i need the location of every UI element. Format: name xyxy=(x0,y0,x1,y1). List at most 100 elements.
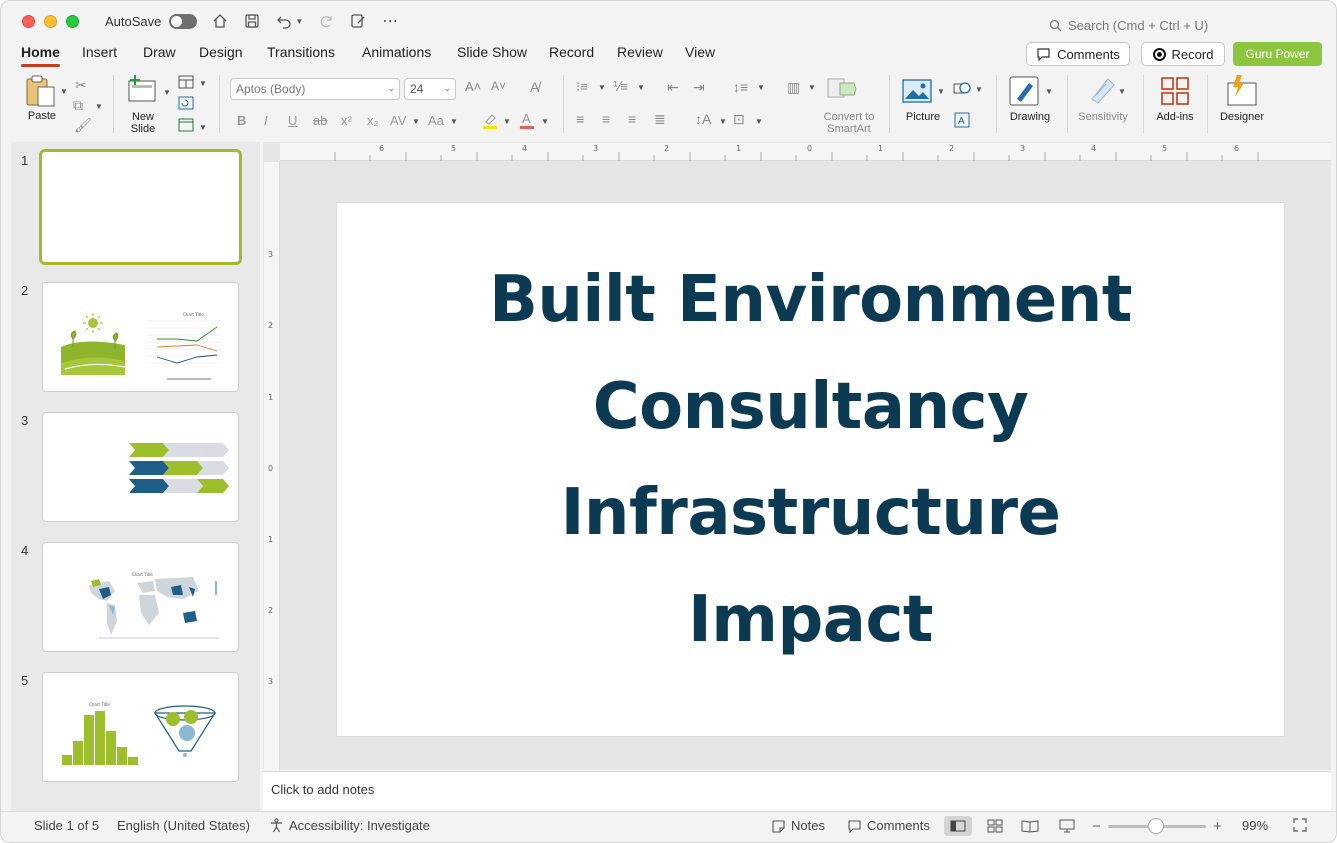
tab-slide-show[interactable]: Slide Show xyxy=(457,44,527,60)
customize-toolbar-icon[interactable] xyxy=(349,12,367,30)
more-icon[interactable]: ⋯ xyxy=(381,12,399,30)
guru-power-button[interactable]: Guru Power xyxy=(1233,42,1322,66)
drawing-dropdown-icon[interactable]: ▼ xyxy=(1045,87,1053,96)
convert-smartart-icon[interactable] xyxy=(826,77,858,104)
slide-thumbnail-3[interactable] xyxy=(42,412,239,522)
highlight-icon[interactable] xyxy=(482,112,498,133)
convert-smartart-label[interactable]: Convert to SmartArt xyxy=(816,111,882,135)
close-window-button[interactable] xyxy=(22,14,35,28)
font-color-icon[interactable]: A xyxy=(519,111,535,133)
line-spacing-dropdown-icon[interactable]: ▼ xyxy=(757,83,765,92)
paste-dropdown-icon[interactable]: ▼ xyxy=(60,87,68,96)
strikethrough-icon[interactable]: ab xyxy=(313,113,327,128)
decrease-font-size-icon[interactable]: A˅ xyxy=(491,79,506,93)
slide-title-line[interactable]: Impact xyxy=(337,583,1284,657)
text-direction-dropdown-icon[interactable]: ▼ xyxy=(719,117,727,126)
textbox-icon[interactable]: A xyxy=(953,111,971,132)
record-button[interactable]: Record xyxy=(1141,42,1225,66)
font-name-select[interactable]: Aptos (Body) ⌄ xyxy=(230,78,400,100)
minimize-window-button[interactable] xyxy=(44,14,57,28)
bullets-icon[interactable]: ⁝≡ xyxy=(576,79,588,95)
decrease-indent-icon[interactable]: ⇤ xyxy=(667,79,679,96)
slide-sorter-button[interactable] xyxy=(981,816,1009,836)
cut-icon[interactable]: ✂ xyxy=(75,77,87,94)
picture-dropdown-icon[interactable]: ▼ xyxy=(937,87,945,96)
spacing-dropdown-icon[interactable]: ▼ xyxy=(412,117,420,126)
language-indicator[interactable]: English (United States) xyxy=(117,818,250,833)
tab-home[interactable]: Home xyxy=(21,44,60,67)
text-direction-icon[interactable]: ↕A xyxy=(695,111,711,127)
undo-dropdown-icon[interactable]: ▼ xyxy=(295,17,303,26)
change-case-icon[interactable]: Aa xyxy=(428,113,444,128)
reading-view-button[interactable] xyxy=(1016,816,1044,836)
notes-pane[interactable]: Click to add notes xyxy=(263,771,1331,811)
save-icon[interactable] xyxy=(243,12,261,30)
font-size-select[interactable]: 24 ⌄ xyxy=(404,78,456,100)
undo-icon[interactable] xyxy=(275,12,293,30)
numbering-dropdown-icon[interactable]: ▼ xyxy=(637,83,645,92)
align-center-icon[interactable]: ≡ xyxy=(602,111,610,127)
section-dropdown-icon[interactable]: ▼ xyxy=(199,123,207,132)
slide-thumbnail-5[interactable]: Chart Title xyxy=(42,672,239,782)
superscript-icon[interactable]: x² xyxy=(341,113,352,128)
slide-show-button[interactable] xyxy=(1053,816,1081,836)
fit-to-window-icon[interactable] xyxy=(1293,818,1307,832)
redo-icon[interactable] xyxy=(317,12,335,30)
search-box[interactable]: Search (Cmd + Ctrl + U) xyxy=(1049,18,1208,33)
slide-thumbnail-1[interactable] xyxy=(39,149,242,265)
home-icon[interactable] xyxy=(211,12,229,30)
align-left-icon[interactable]: ≡ xyxy=(576,111,584,127)
columns-dropdown-icon[interactable]: ▼ xyxy=(808,83,816,92)
align-text-dropdown-icon[interactable]: ▼ xyxy=(755,117,763,126)
zoom-in-icon[interactable]: + xyxy=(1213,818,1222,835)
sensitivity-dropdown-icon[interactable]: ▼ xyxy=(1118,87,1126,96)
layout-dropdown-icon[interactable]: ▼ xyxy=(199,79,207,88)
justify-icon[interactable]: ≣ xyxy=(654,111,666,128)
slide-title-line[interactable]: Built Environment xyxy=(337,263,1284,337)
zoom-out-icon[interactable]: − xyxy=(1092,818,1101,835)
new-slide-dropdown-icon[interactable]: ▼ xyxy=(163,88,171,97)
highlight-dropdown-icon[interactable]: ▼ xyxy=(503,117,511,126)
clear-formatting-icon[interactable]: A̸ xyxy=(530,79,539,95)
line-spacing-icon[interactable]: ↕≡ xyxy=(733,79,748,95)
bold-icon[interactable]: B xyxy=(237,113,246,128)
font-color-dropdown-icon[interactable]: ▼ xyxy=(541,117,549,126)
slide-thumbnail-4[interactable]: Chart Title xyxy=(42,542,239,652)
increase-font-size-icon[interactable]: A˄ xyxy=(465,79,481,94)
addins-button[interactable] xyxy=(1160,76,1190,109)
character-spacing-icon[interactable]: AV xyxy=(390,113,406,128)
comments-button[interactable]: Comments xyxy=(1026,42,1130,66)
format-painter-icon[interactable]: 🖌 xyxy=(74,117,92,134)
tab-record[interactable]: Record xyxy=(549,44,594,60)
increase-indent-icon[interactable]: ⇥ xyxy=(693,79,705,96)
shapes-dropdown-icon[interactable]: ▼ xyxy=(975,85,983,94)
tab-animations[interactable]: Animations xyxy=(362,44,431,60)
maximize-window-button[interactable] xyxy=(66,14,79,28)
comments-toggle-button[interactable]: Comments xyxy=(847,818,930,833)
copy-dropdown-icon[interactable]: ▼ xyxy=(95,102,103,111)
normal-view-button[interactable] xyxy=(944,816,972,836)
drawing-button[interactable] xyxy=(1009,75,1041,110)
slide-canvas[interactable]: Built Environment Consultancy Infrastruc… xyxy=(337,203,1284,736)
tab-view[interactable]: View xyxy=(685,44,715,60)
picture-button[interactable] xyxy=(902,79,932,106)
tab-review[interactable]: Review xyxy=(617,44,663,60)
align-text-icon[interactable]: ⊡ xyxy=(733,111,745,128)
accessibility-button[interactable]: Accessibility: Investigate xyxy=(269,818,430,833)
slide-title-line[interactable]: Infrastructure xyxy=(337,476,1284,550)
layout-icon[interactable] xyxy=(178,75,194,92)
italic-icon[interactable]: I xyxy=(264,113,268,128)
new-slide-button[interactable]: ▼ New Slide xyxy=(127,75,171,135)
slide-title-line[interactable]: Consultancy xyxy=(337,370,1284,444)
slide-thumbnail-2[interactable]: Chart Title xyxy=(42,282,239,392)
paste-button[interactable]: ▼ Paste xyxy=(24,75,68,122)
section-icon[interactable] xyxy=(178,118,194,135)
subscript-icon[interactable]: x₂ xyxy=(367,113,379,128)
tab-insert[interactable]: Insert xyxy=(82,44,117,60)
tab-design[interactable]: Design xyxy=(199,44,243,60)
underline-icon[interactable]: U xyxy=(288,113,297,128)
designer-button[interactable] xyxy=(1225,75,1259,110)
zoom-level[interactable]: 99% xyxy=(1242,818,1268,833)
autosave-toggle[interactable] xyxy=(169,13,198,29)
shapes-icon[interactable] xyxy=(953,79,973,100)
